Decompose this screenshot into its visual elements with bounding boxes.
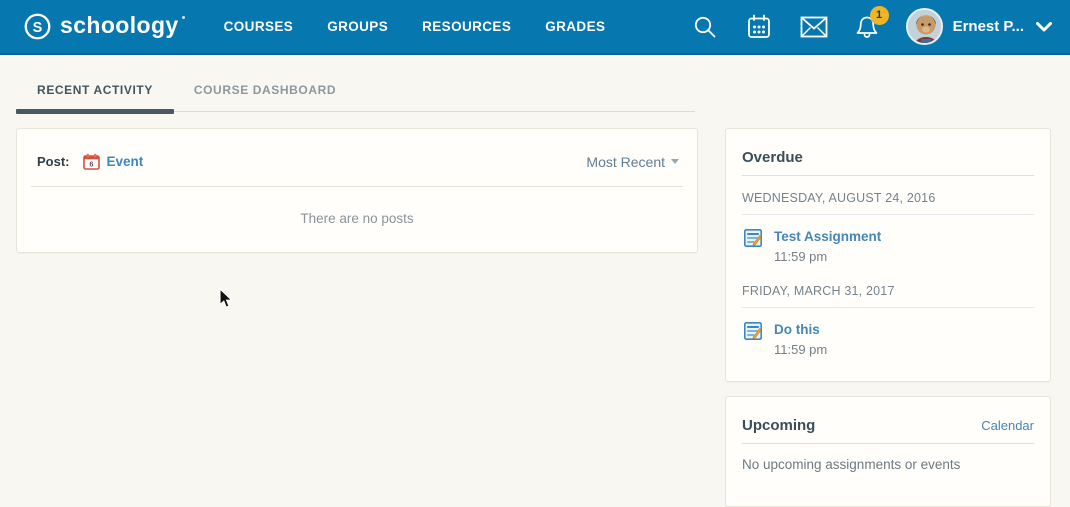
notification-count-badge[interactable]: 1: [870, 6, 889, 25]
overdue-title: Overdue: [742, 149, 803, 166]
nav-resources[interactable]: RESOURCES: [405, 0, 528, 53]
schoology-s-icon: S: [24, 13, 51, 40]
overdue-date-label: FRIDAY, MARCH 31, 2017: [742, 284, 1034, 308]
post-label: Post:: [37, 154, 70, 169]
header-actions: 1 Ernest P...: [664, 8, 1052, 45]
overdue-item: Test Assignment 11:59 pm: [744, 228, 1034, 264]
notifications-bell-icon[interactable]: 1: [854, 14, 880, 40]
content-area: Post: 6 Event Most Recent There are no p…: [0, 112, 1070, 507]
empty-feed-message: There are no posts: [31, 211, 683, 226]
tab-recent-activity[interactable]: RECENT ACTIVITY: [16, 73, 174, 111]
upcoming-header: Upcoming Calendar: [742, 417, 1034, 444]
sort-caret-icon: [671, 159, 679, 164]
nav-courses[interactable]: COURSES: [207, 0, 311, 53]
sort-dropdown-label: Most Recent: [586, 154, 665, 170]
tab-course-dashboard[interactable]: COURSE DASHBOARD: [186, 73, 344, 111]
post-composer-card: Post: 6 Event Most Recent There are no p…: [16, 128, 698, 253]
post-event-link[interactable]: Event: [107, 154, 144, 169]
calendar-icon[interactable]: [746, 14, 772, 40]
event-calendar-icon[interactable]: 6: [83, 153, 100, 170]
post-composer-row: Post: 6 Event Most Recent: [31, 145, 683, 170]
top-nav-bar: S schoology COURSES GROUPS RESOURCES GRA…: [0, 0, 1070, 55]
sort-dropdown[interactable]: Most Recent: [586, 154, 679, 170]
nav-groups[interactable]: GROUPS: [310, 0, 405, 53]
upcoming-title: Upcoming: [742, 417, 815, 434]
primary-nav: COURSES GROUPS RESOURCES GRADES: [207, 0, 623, 53]
assignment-icon: [744, 229, 762, 247]
overdue-item-link[interactable]: Test Assignment: [774, 229, 881, 244]
schoology-logo[interactable]: S schoology: [24, 13, 179, 40]
overdue-item-link[interactable]: Do this: [774, 322, 820, 337]
overdue-item: Do this 11:59 pm: [744, 321, 1034, 357]
overdue-date-group: FRIDAY, MARCH 31, 2017 Do this 11:59 pm: [742, 284, 1034, 357]
overdue-item-time: 11:59 pm: [774, 342, 827, 357]
activity-feed-column: Post: 6 Event Most Recent There are no p…: [16, 128, 698, 253]
overdue-item-time: 11:59 pm: [774, 249, 881, 264]
sidebar: Overdue WEDNESDAY, AUGUST 24, 2016 Test …: [725, 128, 1051, 507]
overdue-header: Overdue: [742, 149, 1034, 176]
dashboard-tabs: RECENT ACTIVITY COURSE DASHBOARD: [16, 73, 695, 112]
upcoming-card: Upcoming Calendar No upcoming assignment…: [725, 396, 1051, 507]
overdue-date-label: WEDNESDAY, AUGUST 24, 2016: [742, 191, 1034, 215]
chevron-down-icon[interactable]: [1036, 22, 1052, 32]
overdue-item-text: Test Assignment 11:59 pm: [774, 228, 881, 264]
calendar-link[interactable]: Calendar: [981, 418, 1034, 433]
dashboard-tabs-row: RECENT ACTIVITY COURSE DASHBOARD: [0, 55, 1070, 112]
overdue-item-text: Do this 11:59 pm: [774, 321, 827, 357]
svg-text:6: 6: [89, 159, 93, 168]
nav-grades[interactable]: GRADES: [528, 0, 622, 53]
search-icon[interactable]: [692, 14, 718, 40]
upcoming-empty-message: No upcoming assignments or events: [742, 457, 1034, 472]
assignment-icon: [744, 322, 762, 340]
mail-icon[interactable]: [800, 14, 826, 40]
user-avatar[interactable]: [906, 8, 943, 45]
brand-wordmark: schoology: [60, 12, 179, 39]
overdue-date-group: WEDNESDAY, AUGUST 24, 2016 Test Assignme…: [742, 191, 1034, 264]
overdue-card: Overdue WEDNESDAY, AUGUST 24, 2016 Test …: [725, 128, 1051, 382]
user-name[interactable]: Ernest P...: [953, 18, 1024, 35]
post-divider: [31, 186, 683, 187]
svg-text:S: S: [33, 20, 43, 36]
